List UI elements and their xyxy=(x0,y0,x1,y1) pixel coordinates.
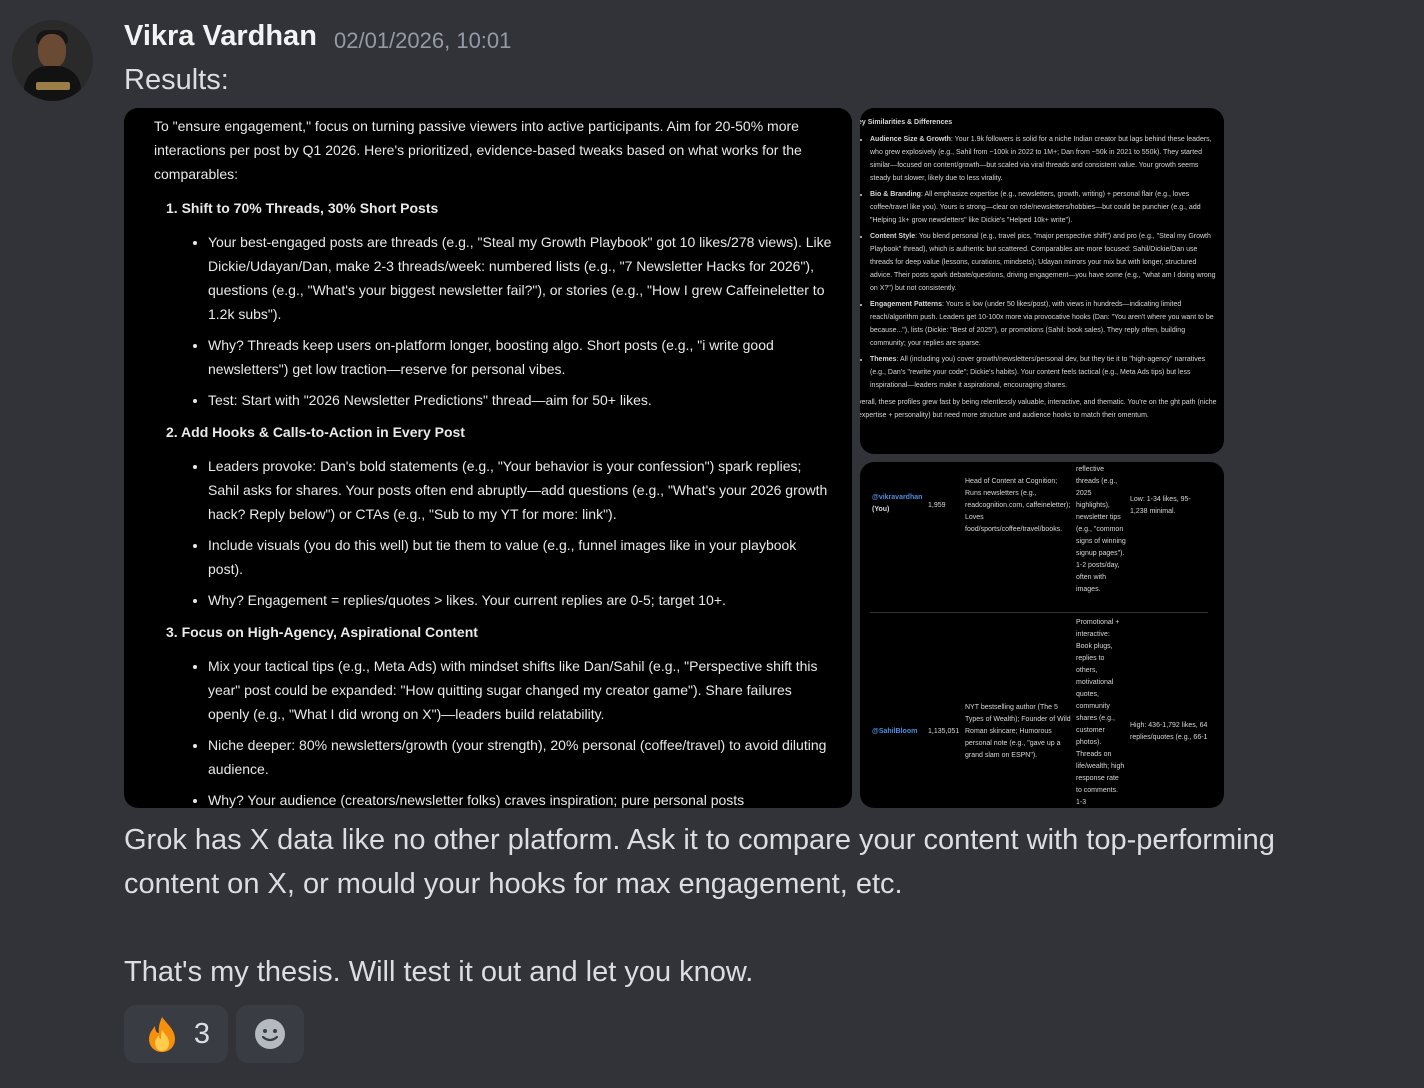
reaction-count: 3 xyxy=(193,1017,211,1050)
table-cell-handle: @SahilBloom xyxy=(872,728,918,735)
message-body-line: That's my thesis. Will test it out and l… xyxy=(124,956,754,988)
main-section-heading: 2. Add Hooks & Calls-to-Action in Every … xyxy=(166,424,465,440)
fire-icon xyxy=(148,1017,175,1052)
table-row-divider xyxy=(870,612,1208,613)
similarities-bullet: Engagement Patterns: Yours is low (under… xyxy=(870,298,1220,350)
main-bullet: Leaders provoke: Dan's bold statements (… xyxy=(208,454,834,526)
author-name[interactable]: Vikra Vardhan xyxy=(124,20,317,53)
main-bullet: Test: Start with "2026 Newsletter Predic… xyxy=(208,388,834,412)
similarities-bullet: Themes: All (including you) cover growth… xyxy=(870,353,1220,392)
similarities-bullet: Bio & Branding: All emphasize expertise … xyxy=(870,188,1220,227)
reaction-fire[interactable]: 3 xyxy=(124,1005,228,1063)
table-cell-followers: 1,959 xyxy=(928,502,946,509)
main-bullet: Why? Threads keep users on-platform long… xyxy=(208,333,834,381)
message-timestamp: 02/01/2026, 10:01 xyxy=(334,28,512,53)
table-cell-followers: 1,135,051 xyxy=(928,728,960,735)
add-reaction-icon xyxy=(255,1019,285,1049)
main-bullet: Why? Engagement = replies/quotes > likes… xyxy=(208,588,834,612)
add-reaction-button[interactable] xyxy=(236,1005,304,1063)
message-intro: Results: xyxy=(124,64,229,96)
similarities-bullet: Content Style: You blend personal (e.g.,… xyxy=(870,230,1220,295)
table-cell-bio: Head of Content at Cognition; Runs newsl… xyxy=(965,478,1071,533)
shirt-logo-icon xyxy=(36,82,70,90)
main-section-heading: 3. Focus on High-Agency, Aspirational Co… xyxy=(166,624,478,640)
message-body-line: Grok has X data like no other platform. … xyxy=(124,824,1275,856)
attachment-image-similarities[interactable]: ey Similarities & Differences Audience S… xyxy=(860,108,1224,454)
similarities-closing: verall, these profiles grew fast by bein… xyxy=(860,399,1217,419)
message-body-line: content on X, or mould your hooks for ma… xyxy=(124,868,903,900)
table-cell-engagement: Low: 1-34 likes, 95-1,238 minimal. xyxy=(1130,496,1191,515)
similarities-bullet: Audience Size & Growth: Your 1.9k follow… xyxy=(870,133,1220,185)
table-cell-engagement: High: 436-1,792 likes, 64 replies/quotes… xyxy=(1130,722,1208,741)
table-cell-style: reflective threads (e.g., 2025 highlight… xyxy=(1076,466,1126,593)
table-cell-bio: NYT bestselling author (The 5 Types of W… xyxy=(965,704,1071,759)
table-cell-style: Promotional + interactive: Book plugs, r… xyxy=(1076,619,1125,806)
main-bullet: Why? Your audience (creators/newsletter … xyxy=(208,788,834,808)
main-bullet: Include visuals (you do this well) but t… xyxy=(208,533,834,581)
main-bullet: Niche deeper: 80% newsletters/growth (yo… xyxy=(208,733,834,781)
similarities-title: ey Similarities & Differences xyxy=(860,119,953,126)
attachment-image-main[interactable]: To "ensure engagement," focus on turning… xyxy=(124,108,852,808)
table-cell-handle: @vikravardhan (You) xyxy=(872,494,923,513)
main-section-heading: 1. Shift to 70% Threads, 30% Short Posts xyxy=(166,200,439,216)
author-avatar[interactable] xyxy=(12,20,93,101)
main-intro: To "ensure engagement," focus on turning… xyxy=(154,118,802,182)
attachment-image-comparison-table[interactable]: @vikravardhan (You) 1,959 Head of Content… xyxy=(860,462,1224,808)
main-bullet: Mix your tactical tips (e.g., Meta Ads) … xyxy=(208,654,834,726)
main-bullet: Your best-engaged posts are threads (e.g… xyxy=(208,230,834,326)
